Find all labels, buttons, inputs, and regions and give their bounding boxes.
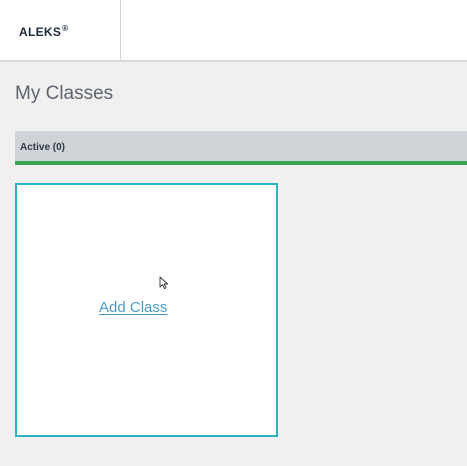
logo-cell[interactable]: ALEKS® [0,0,121,60]
logo-text: ALEKS [19,25,62,39]
logo-registered-mark: ® [62,24,69,33]
mouse-pointer-icon [159,276,169,290]
top-navigation-bar: ALEKS® [0,0,467,62]
tab-active-classes[interactable]: Active (0) [20,142,65,153]
classes-tab-bar: Active (0) [15,131,467,165]
add-class-card[interactable]: Add Class [15,183,278,437]
add-class-link[interactable]: Add Class [99,299,167,316]
page-title: My Classes [15,83,114,104]
aleks-logo[interactable]: ALEKS® [19,24,68,39]
